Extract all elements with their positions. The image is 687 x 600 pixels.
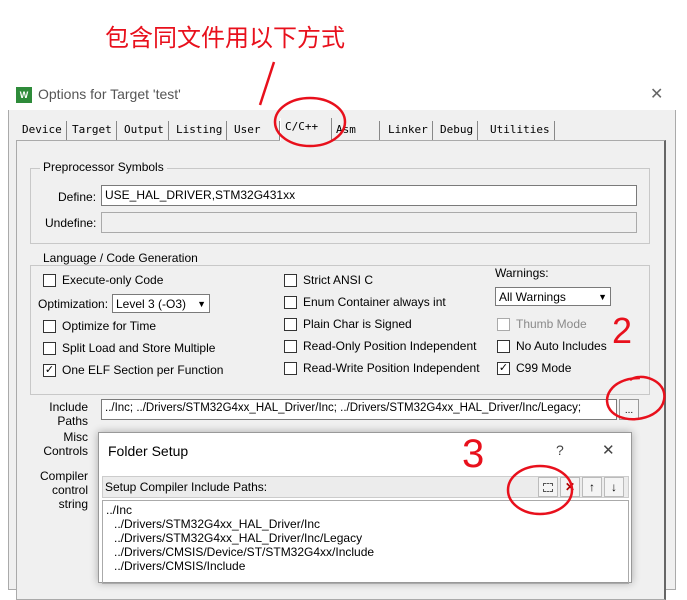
annotation-mark-2: 2	[612, 310, 633, 351]
annotation-mark-3: 3	[462, 432, 485, 476]
annotation-circle-tab	[273, 96, 347, 148]
annotation-circle-new	[506, 464, 574, 516]
red-annotations	[258, 61, 666, 516]
annotation-line	[258, 61, 276, 106]
annotation-circle-browse	[605, 375, 666, 421]
